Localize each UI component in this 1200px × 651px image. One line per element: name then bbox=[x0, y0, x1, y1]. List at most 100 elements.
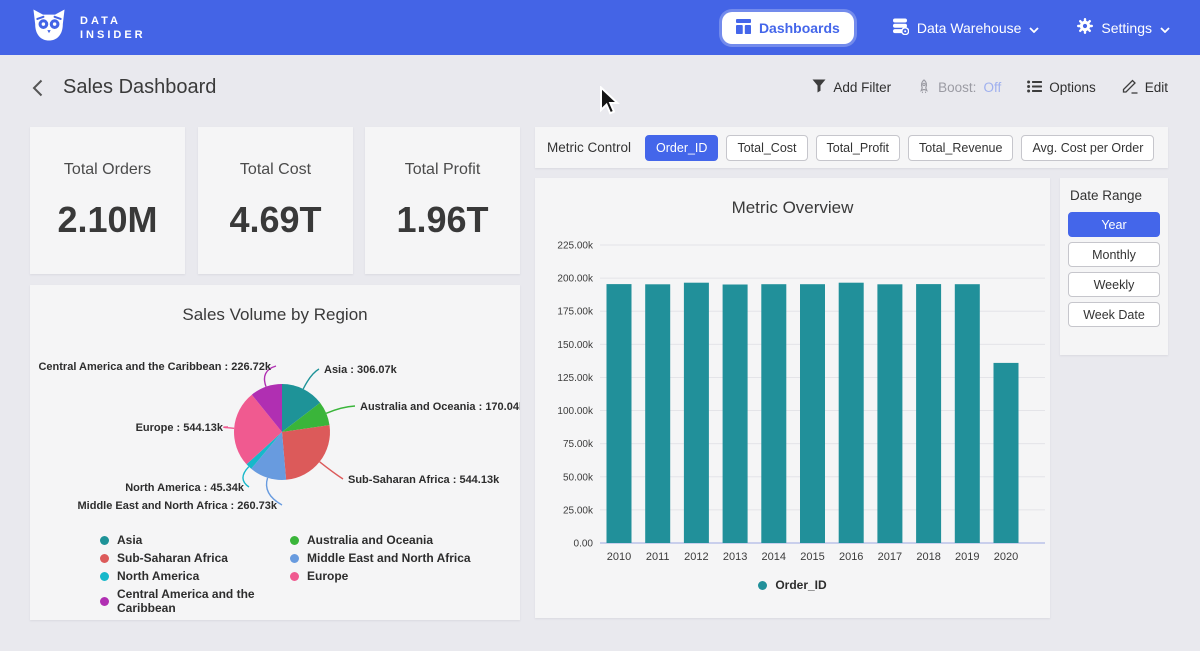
bar-chart-card: Metric Overview 0.0025.00k50.00k75.00k10… bbox=[535, 178, 1050, 618]
legend-label: Europe bbox=[307, 569, 348, 583]
pie-legend-column: Asia Sub-Saharan Africa North America Centr… bbox=[100, 533, 290, 615]
dashboards-label: Dashboards bbox=[759, 20, 840, 36]
boost-toggle[interactable]: Boost: Off bbox=[917, 79, 1001, 97]
legend-label: Asia bbox=[117, 533, 142, 547]
x-tick-label: 2010 bbox=[607, 551, 631, 563]
legend-item[interactable]: Middle East and North Africa bbox=[290, 551, 471, 565]
metric-chip-avg-cost-per-order[interactable]: Avg. Cost per Order bbox=[1021, 135, 1154, 161]
bar-2020[interactable] bbox=[994, 363, 1019, 543]
pie-slice-label: Central America and the Caribbean : 226.… bbox=[38, 361, 271, 373]
kpi-card-total-orders: Total Orders 2.10M bbox=[30, 127, 185, 274]
legend-item[interactable]: Europe bbox=[290, 569, 471, 583]
bar-2019[interactable] bbox=[955, 284, 980, 543]
y-tick-label: 0.00 bbox=[574, 539, 594, 550]
x-tick-label: 2012 bbox=[684, 551, 708, 563]
y-tick-label: 225.00k bbox=[557, 241, 594, 252]
brand-line2: INSIDER bbox=[80, 28, 146, 42]
options-button[interactable]: Options bbox=[1027, 80, 1096, 96]
kpi-card-total-cost: Total Cost 4.69T bbox=[198, 127, 353, 274]
bar-chart-title: Metric Overview bbox=[535, 178, 1050, 218]
app-root: DATA INSIDER Dashboards bbox=[0, 0, 1200, 651]
date-range-monthly-button[interactable]: Monthly bbox=[1068, 242, 1160, 267]
bar-chart-legend[interactable]: Order_ID bbox=[535, 578, 1050, 592]
legend-label: Central America and the Caribbean bbox=[117, 587, 290, 615]
settings-label: Settings bbox=[1101, 20, 1152, 36]
x-tick-label: 2018 bbox=[916, 551, 940, 563]
x-tick-label: 2019 bbox=[955, 551, 979, 563]
legend-dot bbox=[290, 554, 299, 563]
legend-dot bbox=[290, 536, 299, 545]
metric-chip-order-id[interactable]: Order_ID bbox=[645, 135, 718, 161]
date-range-panel: Date Range Year Monthly Weekly Week Date bbox=[1060, 178, 1168, 355]
gear-icon bbox=[1077, 18, 1093, 37]
dashboards-grid-icon bbox=[736, 19, 751, 37]
legend-item[interactable]: Sub-Saharan Africa bbox=[100, 551, 290, 565]
pie-slice-label: Sub-Saharan Africa : 544.13k bbox=[348, 474, 500, 486]
x-tick-label: 2011 bbox=[646, 551, 670, 563]
chevron-down-icon bbox=[1160, 20, 1170, 36]
metric-chip-total-cost[interactable]: Total_Cost bbox=[726, 135, 807, 161]
y-tick-label: 50.00k bbox=[563, 472, 594, 483]
date-range-week-date-button[interactable]: Week Date bbox=[1068, 302, 1160, 327]
metric-control-bar: Metric Control Order_ID Total_Cost Total… bbox=[535, 127, 1168, 168]
pie-leader-line bbox=[320, 462, 343, 479]
x-tick-label: 2013 bbox=[723, 551, 747, 563]
legend-dot bbox=[100, 554, 109, 563]
pie-slice-label: North America : 45.34k bbox=[125, 482, 245, 494]
owl-logo-icon bbox=[30, 7, 68, 48]
legend-label: Middle East and North Africa bbox=[307, 551, 471, 565]
date-range-year-button[interactable]: Year bbox=[1068, 212, 1160, 237]
legend-dot bbox=[290, 572, 299, 581]
x-tick-label: 2017 bbox=[878, 551, 902, 563]
bar-2015[interactable] bbox=[800, 284, 825, 543]
data-warehouse-menu[interactable]: Data Warehouse bbox=[892, 18, 1040, 38]
chevron-down-icon bbox=[1029, 20, 1039, 36]
bar-2011[interactable] bbox=[645, 284, 670, 543]
pie-chart-card: Sales Volume by Region Asia : 306.07kAus… bbox=[30, 285, 520, 620]
back-button[interactable] bbox=[32, 79, 43, 97]
x-tick-label: 2020 bbox=[994, 551, 1018, 563]
x-tick-label: 2016 bbox=[839, 551, 863, 563]
bar-2016[interactable] bbox=[839, 283, 864, 543]
x-tick-label: 2014 bbox=[762, 551, 786, 563]
bar-2014[interactable] bbox=[761, 284, 786, 543]
data-warehouse-label: Data Warehouse bbox=[917, 20, 1022, 36]
pie-slice-label: Australia and Oceania : 170.04k bbox=[360, 401, 520, 413]
metric-chip-total-profit[interactable]: Total_Profit bbox=[816, 135, 901, 161]
dashboards-button[interactable]: Dashboards bbox=[722, 12, 854, 44]
add-filter-button[interactable]: Add Filter bbox=[812, 79, 891, 96]
database-icon bbox=[892, 18, 909, 38]
legend-dot bbox=[100, 536, 109, 545]
settings-menu[interactable]: Settings bbox=[1077, 18, 1170, 37]
legend-dot bbox=[100, 597, 109, 606]
pie-slice-label: Asia : 306.07k bbox=[324, 364, 398, 376]
kpi-value: 4.69T bbox=[229, 199, 321, 241]
bar-2017[interactable] bbox=[877, 284, 902, 543]
bar-2018[interactable] bbox=[916, 284, 941, 543]
pie-legend-column: Australia and Oceania Middle East and Nor… bbox=[290, 533, 471, 615]
date-range-weekly-button[interactable]: Weekly bbox=[1068, 272, 1160, 297]
bar-2013[interactable] bbox=[723, 285, 748, 544]
legend-item[interactable]: North America bbox=[100, 569, 290, 583]
pie-slice-2[interactable] bbox=[282, 425, 330, 480]
y-tick-label: 100.00k bbox=[557, 406, 594, 417]
kpi-label: Total Cost bbox=[240, 161, 311, 179]
y-tick-label: 25.00k bbox=[563, 505, 594, 516]
edit-button[interactable]: Edit bbox=[1122, 78, 1168, 97]
pie-leader-line bbox=[224, 427, 234, 428]
legend-item[interactable]: Central America and the Caribbean bbox=[100, 587, 290, 615]
legend-item[interactable]: Australia and Oceania bbox=[290, 533, 471, 547]
brand-logo[interactable]: DATA INSIDER bbox=[30, 7, 146, 48]
bar-legend-dot bbox=[758, 581, 767, 590]
metric-chip-total-revenue[interactable]: Total_Revenue bbox=[908, 135, 1013, 161]
pie-chart-svg: Asia : 306.07k Australia and Oceania : 17… bbox=[30, 340, 520, 530]
legend-dot bbox=[100, 572, 109, 581]
x-tick-label: 2015 bbox=[800, 551, 824, 563]
bar-2012[interactable] bbox=[684, 283, 709, 543]
date-range-label: Date Range bbox=[1070, 188, 1160, 203]
legend-label: North America bbox=[117, 569, 199, 583]
y-tick-label: 150.00k bbox=[557, 340, 594, 351]
bar-2010[interactable] bbox=[607, 284, 632, 543]
legend-item[interactable]: Asia bbox=[100, 533, 290, 547]
kpi-card-total-profit: Total Profit 1.96T bbox=[365, 127, 520, 274]
